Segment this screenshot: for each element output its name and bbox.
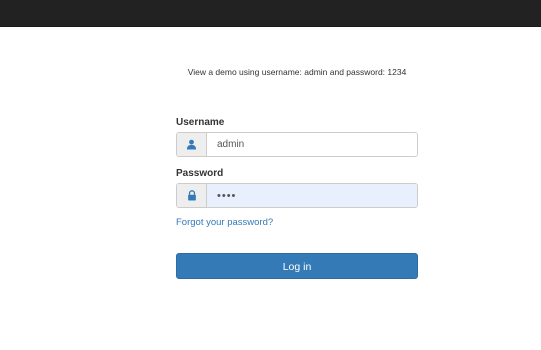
forgot-password-link[interactable]: Forgot your password? <box>176 217 273 228</box>
lock-icon <box>177 184 207 207</box>
password-input[interactable] <box>207 184 417 207</box>
user-icon <box>177 133 207 156</box>
login-button[interactable]: Log in <box>176 253 418 279</box>
username-input-group <box>176 132 418 157</box>
login-form: Username Password Forgot your password? … <box>176 116 418 279</box>
top-navbar <box>0 0 541 27</box>
password-input-group <box>176 183 418 208</box>
password-label: Password <box>176 168 224 179</box>
username-label: Username <box>176 117 225 128</box>
username-input[interactable] <box>207 133 417 156</box>
demo-credentials-note: View a demo using username: admin and pa… <box>187 67 407 77</box>
